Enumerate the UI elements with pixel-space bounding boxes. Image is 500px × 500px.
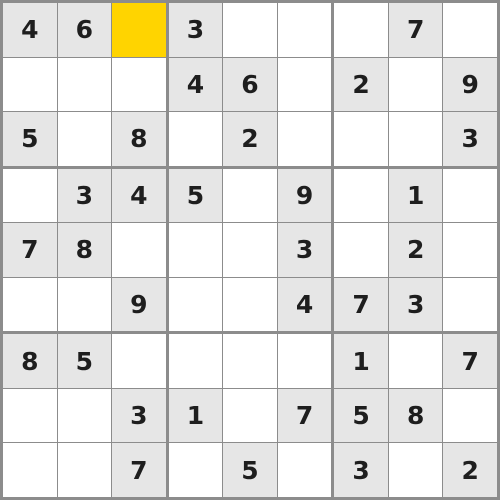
sudoku-cell-r5c9[interactable] — [443, 223, 497, 277]
sudoku-cell-r1c1[interactable]: 4 — [3, 3, 57, 57]
sudoku-cell-r8c6[interactable]: 7 — [277, 388, 332, 443]
sudoku-cell-r3c5[interactable]: 2 — [223, 112, 277, 166]
sudoku-cell-r9c9[interactable]: 2 — [443, 443, 497, 497]
sudoku-cell-r2c2[interactable] — [57, 57, 112, 112]
sudoku-cell-r9c6[interactable] — [277, 443, 332, 497]
sudoku-cell-r9c1[interactable] — [3, 443, 57, 497]
sudoku-cell-r6c3[interactable]: 9 — [112, 277, 166, 332]
sudoku-cell-r1c9[interactable] — [443, 3, 497, 57]
sudoku-cell-r6c5[interactable] — [223, 277, 277, 332]
sudoku-cell-r5c3[interactable] — [112, 223, 166, 277]
sudoku-cell-r5c1[interactable]: 7 — [3, 223, 57, 277]
sudoku-cell-r8c2[interactable] — [57, 388, 112, 443]
sudoku-cell-r3c6[interactable] — [277, 112, 332, 166]
sudoku-cell-r8c4[interactable]: 1 — [168, 388, 223, 443]
sudoku-cell-r6c1[interactable] — [3, 277, 57, 332]
sudoku-cell-r5c4[interactable] — [168, 223, 223, 277]
sudoku-cell-r2c1[interactable] — [3, 57, 57, 112]
sudoku-cell-r9c7[interactable]: 3 — [334, 443, 388, 497]
sudoku-cell-r2c7[interactable]: 2 — [334, 57, 388, 112]
sudoku-cell-r1c6[interactable] — [277, 3, 332, 57]
sudoku-cell-r1c8[interactable]: 7 — [388, 3, 443, 57]
sudoku-cell-r4c1[interactable] — [3, 168, 57, 223]
sudoku-cell-r4c3[interactable]: 4 — [112, 168, 166, 223]
sudoku-cell-r1c5[interactable] — [223, 3, 277, 57]
sudoku-cell-r8c9[interactable] — [443, 388, 497, 443]
sudoku-cell-r5c8[interactable]: 2 — [388, 223, 443, 277]
sudoku-cell-r9c3[interactable]: 7 — [112, 443, 166, 497]
sudoku-cell-r7c9[interactable]: 7 — [443, 334, 497, 388]
sudoku-cell-r9c8[interactable] — [388, 443, 443, 497]
sudoku-cell-r3c4[interactable] — [168, 112, 223, 166]
sudoku-cell-r4c9[interactable] — [443, 168, 497, 223]
sudoku-cell-r4c6[interactable]: 9 — [277, 168, 332, 223]
sudoku-cell-r7c6[interactable] — [277, 334, 332, 388]
sudoku-cell-r5c5[interactable] — [223, 223, 277, 277]
sudoku-cell-r2c8[interactable] — [388, 57, 443, 112]
sudoku-cell-r1c3[interactable] — [112, 3, 166, 57]
sudoku-cell-r7c2[interactable]: 5 — [57, 334, 112, 388]
sudoku-cell-r6c2[interactable] — [57, 277, 112, 332]
sudoku-cell-r9c2[interactable] — [57, 443, 112, 497]
sudoku-cell-r1c2[interactable]: 6 — [57, 3, 112, 57]
sudoku-cell-r5c7[interactable] — [334, 223, 388, 277]
sudoku-cell-r8c8[interactable]: 8 — [388, 388, 443, 443]
sudoku-cell-r9c5[interactable]: 5 — [223, 443, 277, 497]
sudoku-cell-r7c3[interactable] — [112, 334, 166, 388]
sudoku-cell-r1c4[interactable]: 3 — [168, 3, 223, 57]
sudoku-cell-r3c2[interactable] — [57, 112, 112, 166]
sudoku-cell-r2c9[interactable]: 9 — [443, 57, 497, 112]
sudoku-cell-r6c4[interactable] — [168, 277, 223, 332]
sudoku-cell-r8c5[interactable] — [223, 388, 277, 443]
sudoku-cell-r7c8[interactable] — [388, 334, 443, 388]
sudoku-cell-r7c1[interactable]: 8 — [3, 334, 57, 388]
sudoku-board: 46374629582334591783294738517317587532 — [0, 0, 500, 500]
sudoku-cell-r6c8[interactable]: 3 — [388, 277, 443, 332]
sudoku-cell-r3c8[interactable] — [388, 112, 443, 166]
sudoku-cell-r7c5[interactable] — [223, 334, 277, 388]
sudoku-cell-r4c7[interactable] — [334, 168, 388, 223]
sudoku-cell-r3c3[interactable]: 8 — [112, 112, 166, 166]
sudoku-cell-r8c3[interactable]: 3 — [112, 388, 166, 443]
sudoku-cell-r4c2[interactable]: 3 — [57, 168, 112, 223]
sudoku-cell-r3c9[interactable]: 3 — [443, 112, 497, 166]
sudoku-cell-r2c6[interactable] — [277, 57, 332, 112]
sudoku-cell-r3c7[interactable] — [334, 112, 388, 166]
sudoku-cell-r4c8[interactable]: 1 — [388, 168, 443, 223]
sudoku-cell-r7c7[interactable]: 1 — [334, 334, 388, 388]
sudoku-cell-r3c1[interactable]: 5 — [3, 112, 57, 166]
sudoku-cell-r6c9[interactable] — [443, 277, 497, 332]
sudoku-cell-r5c6[interactable]: 3 — [277, 223, 332, 277]
sudoku-cell-r5c2[interactable]: 8 — [57, 223, 112, 277]
sudoku-cell-r6c7[interactable]: 7 — [334, 277, 388, 332]
sudoku-cell-r2c4[interactable]: 4 — [168, 57, 223, 112]
sudoku-cell-r8c7[interactable]: 5 — [334, 388, 388, 443]
sudoku-cell-r4c4[interactable]: 5 — [168, 168, 223, 223]
sudoku-cell-r9c4[interactable] — [168, 443, 223, 497]
sudoku-cell-r8c1[interactable] — [3, 388, 57, 443]
sudoku-cell-r2c3[interactable] — [112, 57, 166, 112]
sudoku-cell-r4c5[interactable] — [223, 168, 277, 223]
sudoku-cell-r1c7[interactable] — [334, 3, 388, 57]
sudoku-cell-r2c5[interactable]: 6 — [223, 57, 277, 112]
sudoku-cell-r7c4[interactable] — [168, 334, 223, 388]
sudoku-cell-r6c6[interactable]: 4 — [277, 277, 332, 332]
